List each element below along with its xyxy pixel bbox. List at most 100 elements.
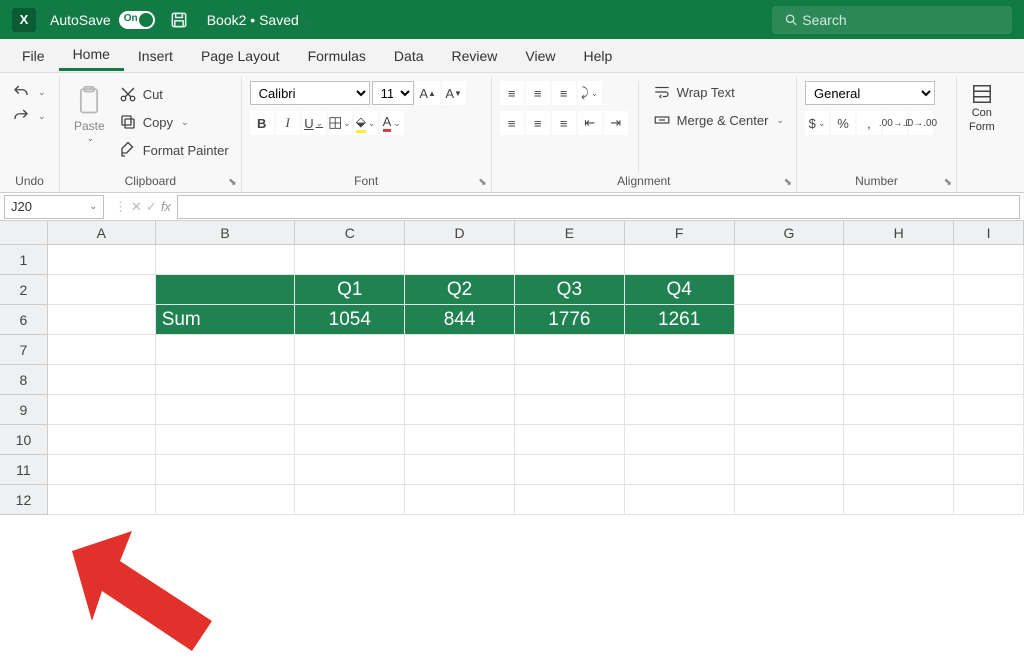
row-header-11[interactable]: 11 <box>0 455 48 485</box>
increase-font-button[interactable]: A▲ <box>416 81 440 105</box>
clipboard-launcher[interactable]: ⬊ <box>228 177 236 188</box>
cell-d11[interactable] <box>405 455 515 485</box>
cell-i12[interactable] <box>954 485 1024 515</box>
accounting-format-button[interactable]: $⌄ <box>805 111 829 135</box>
cell-g9[interactable] <box>735 395 845 425</box>
italic-button[interactable]: I <box>276 111 300 135</box>
cell-e7[interactable] <box>515 335 625 365</box>
font-launcher[interactable]: ⬊ <box>478 177 486 188</box>
cell-h12[interactable] <box>844 485 954 515</box>
menu-help[interactable]: Help <box>570 42 627 70</box>
fill-color-button[interactable]: ⬙⌄ <box>354 111 378 135</box>
cut-button[interactable]: Cut <box>115 83 233 105</box>
document-title[interactable]: Book2 • Saved ⌄ <box>207 12 313 28</box>
cell-f2[interactable]: Q4 <box>625 275 735 305</box>
merge-center-button[interactable]: Merge & Center⌄ <box>649 109 788 131</box>
cell-h10[interactable] <box>844 425 954 455</box>
cell-d10[interactable] <box>405 425 515 455</box>
cell-i11[interactable] <box>954 455 1024 485</box>
save-icon[interactable] <box>169 10 189 30</box>
row-header-8[interactable]: 8 <box>0 365 48 395</box>
cell-g11[interactable] <box>735 455 845 485</box>
cell-c6[interactable]: 1054 <box>295 305 405 335</box>
bold-button[interactable]: B <box>250 111 274 135</box>
increase-indent-button[interactable]: ⇥ <box>604 111 628 135</box>
col-header-e[interactable]: E <box>515 221 625 245</box>
cell-a2[interactable] <box>48 275 156 305</box>
cell-b9[interactable] <box>156 395 296 425</box>
cell-d8[interactable] <box>405 365 515 395</box>
col-header-g[interactable]: G <box>735 221 845 245</box>
cell-h9[interactable] <box>844 395 954 425</box>
cancel-formula-button[interactable]: ✕ <box>131 199 142 215</box>
row-header-1[interactable]: 1 <box>0 245 48 275</box>
search-input[interactable] <box>802 12 1000 28</box>
align-center-button[interactable]: ≡ <box>526 111 550 135</box>
font-size-select[interactable]: 11 <box>372 81 414 105</box>
row-header-10[interactable]: 10 <box>0 425 48 455</box>
cell-b10[interactable] <box>156 425 296 455</box>
col-header-h[interactable]: H <box>844 221 954 245</box>
cell-i2[interactable] <box>954 275 1024 305</box>
cell-i10[interactable] <box>954 425 1024 455</box>
cell-i7[interactable] <box>954 335 1024 365</box>
cell-d2[interactable]: Q2 <box>405 275 515 305</box>
accept-formula-button[interactable]: ✓ <box>146 199 157 215</box>
cell-f12[interactable] <box>625 485 735 515</box>
cell-d9[interactable] <box>405 395 515 425</box>
borders-button[interactable]: ⌄ <box>328 111 352 135</box>
decrease-font-button[interactable]: A▼ <box>442 81 466 105</box>
wrap-text-button[interactable]: Wrap Text <box>649 81 788 103</box>
cell-e8[interactable] <box>515 365 625 395</box>
row-header-2[interactable]: 2 <box>0 275 48 305</box>
cell-d12[interactable] <box>405 485 515 515</box>
cell-e9[interactable] <box>515 395 625 425</box>
row-header-12[interactable]: 12 <box>0 485 48 515</box>
cell-a7[interactable] <box>48 335 156 365</box>
col-header-i[interactable]: I <box>954 221 1024 245</box>
cell-c12[interactable] <box>295 485 405 515</box>
formula-bar[interactable] <box>177 195 1020 219</box>
menu-view[interactable]: View <box>511 42 569 70</box>
number-format-select[interactable]: General <box>805 81 935 105</box>
cell-e10[interactable] <box>515 425 625 455</box>
row-header-7[interactable]: 7 <box>0 335 48 365</box>
cell-b1[interactable] <box>156 245 296 275</box>
percent-format-button[interactable]: % <box>831 111 855 135</box>
cell-d1[interactable] <box>405 245 515 275</box>
cell-h7[interactable] <box>844 335 954 365</box>
menu-home[interactable]: Home <box>59 40 124 71</box>
cell-b6[interactable]: Sum <box>156 305 296 335</box>
align-left-button[interactable]: ≡ <box>500 111 524 135</box>
cell-e11[interactable] <box>515 455 625 485</box>
cell-a11[interactable] <box>48 455 156 485</box>
align-right-button[interactable]: ≡ <box>552 111 576 135</box>
cell-c7[interactable] <box>295 335 405 365</box>
align-middle-button[interactable]: ≡ <box>526 81 550 105</box>
cell-a1[interactable] <box>48 245 156 275</box>
increase-decimal-button[interactable]: .00→.0 <box>883 111 907 135</box>
cell-f1[interactable] <box>625 245 735 275</box>
menu-page-layout[interactable]: Page Layout <box>187 42 294 70</box>
col-header-c[interactable]: C <box>295 221 405 245</box>
cell-i9[interactable] <box>954 395 1024 425</box>
alignment-launcher[interactable]: ⬊ <box>784 177 792 188</box>
cell-e2[interactable]: Q3 <box>515 275 625 305</box>
cell-d6[interactable]: 844 <box>405 305 515 335</box>
redo-button[interactable]: ⌄ <box>8 105 50 127</box>
align-bottom-button[interactable]: ≡ <box>552 81 576 105</box>
cell-f6[interactable]: 1261 <box>625 305 735 335</box>
cell-g2[interactable] <box>735 275 845 305</box>
cell-c11[interactable] <box>295 455 405 485</box>
number-launcher[interactable]: ⬊ <box>944 177 952 188</box>
cell-i6[interactable] <box>954 305 1024 335</box>
cell-e1[interactable] <box>515 245 625 275</box>
cell-e12[interactable] <box>515 485 625 515</box>
cell-b8[interactable] <box>156 365 296 395</box>
cell-f9[interactable] <box>625 395 735 425</box>
font-color-button[interactable]: A⌄ <box>380 111 404 135</box>
name-box[interactable]: J20⌄ <box>4 195 104 219</box>
cell-f11[interactable] <box>625 455 735 485</box>
row-header-9[interactable]: 9 <box>0 395 48 425</box>
decrease-indent-button[interactable]: ⇤ <box>578 111 602 135</box>
